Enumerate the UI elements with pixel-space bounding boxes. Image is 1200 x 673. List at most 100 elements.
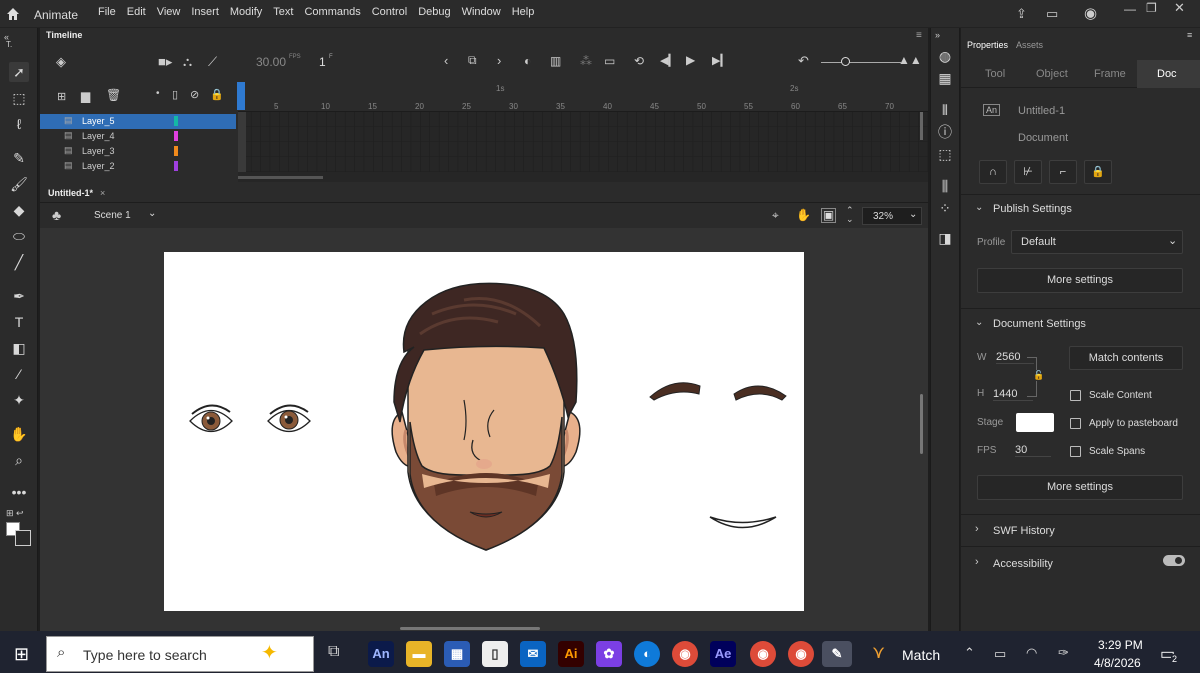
timeline-tab[interactable]: Timeline (46, 30, 82, 40)
prev-keyframe-icon[interactable]: ‹ (444, 53, 448, 68)
onion-skin-icon[interactable]: ◐ (524, 54, 531, 68)
accessibility-toggle[interactable] (1163, 555, 1185, 566)
layer-row[interactable]: ▤ Layer_4 (40, 129, 236, 144)
swf-chevron-icon[interactable]: › (975, 523, 979, 535)
lock-icon[interactable]: 🔒 (210, 88, 224, 101)
tool-subtab[interactable]: Tool (985, 68, 1005, 80)
more-tools-icon[interactable]: ••• (9, 482, 29, 502)
paint-bucket-icon[interactable]: ◧ (9, 338, 29, 358)
panel-close-icon[interactable]: ≡ (1187, 30, 1192, 40)
stage-canvas[interactable] (164, 252, 804, 611)
fill-color-swatch[interactable] (15, 530, 31, 546)
properties-tab[interactable]: Properties (967, 40, 1008, 50)
close-icon[interactable]: ✕ (1174, 0, 1185, 16)
visibility-icon[interactable]: ⊘ (190, 88, 199, 101)
swap-colors-icon[interactable]: ⊞ ↩ (6, 508, 24, 519)
accessibility-chevron-icon[interactable]: › (975, 556, 979, 568)
share-icon[interactable]: ⇪ (1016, 6, 1027, 22)
swatches-icon[interactable]: ▦ (935, 68, 955, 88)
link-lock-icon[interactable]: 🔓 (1033, 370, 1045, 381)
layer-color-swatch[interactable] (174, 116, 178, 126)
menu-item-text[interactable]: Text (273, 6, 293, 18)
publish-settings-title[interactable]: Publish Settings (993, 203, 1072, 215)
tween-icon[interactable]: ▭ (604, 54, 615, 68)
menu-item-window[interactable]: Window (462, 6, 501, 18)
library-icon[interactable]: ⫼ (935, 176, 955, 196)
mountain-icon[interactable]: ▲▲ (898, 53, 922, 67)
layer-name[interactable]: Layer_4 (82, 131, 115, 141)
info-icon[interactable]: ⓘ (935, 122, 955, 142)
frame-ruler[interactable]: 5 10 15 20 25 30 35 40 45 50 55 60 65 70 1s 2s (237, 82, 928, 112)
zoom-icon[interactable]: ⌕ (9, 450, 29, 470)
zoom-dropdown-icon[interactable]: ⌄ (909, 209, 917, 220)
wifi-icon[interactable]: ◠ (1026, 645, 1037, 661)
clock-date[interactable]: 4/8/2026 (1094, 656, 1141, 670)
outline-icon[interactable]: ▯ (172, 88, 178, 101)
transform-panel-icon[interactable]: ⬚ (935, 144, 955, 164)
menu-item-debug[interactable]: Debug (418, 6, 450, 18)
active-app-icon[interactable]: ✎ (822, 641, 852, 667)
accessibility-title[interactable]: Accessibility (993, 558, 1053, 570)
color-panel-icon[interactable]: ◍ (935, 46, 955, 66)
illustrator-taskbar-icon[interactable]: Ai (558, 641, 584, 667)
file-explorer-icon[interactable]: ▬ (406, 641, 432, 667)
menu-item-insert[interactable]: Insert (191, 6, 219, 18)
lock-props-icon[interactable]: 🔒 (1084, 160, 1112, 184)
zoom-slider-handle[interactable] (841, 57, 850, 66)
play-circle-icon[interactable]: ◉ (1084, 4, 1097, 22)
hierarchy-icon[interactable]: ⛬ (183, 54, 192, 70)
close-tab-icon[interactable]: × (100, 188, 105, 198)
scene-name[interactable]: Scene 1 (94, 210, 131, 221)
center-stage-icon[interactable]: ⌃ ⌄ (846, 206, 854, 224)
line-icon[interactable]: ╱ (9, 252, 29, 272)
rotate-stage-icon[interactable]: ✋ (796, 208, 811, 222)
zoom-field[interactable]: 32% ⌄ (862, 207, 922, 225)
chrome-profile-icon[interactable]: ◉ (750, 641, 776, 667)
outlook-icon[interactable]: ✉ (520, 641, 546, 667)
pin-scale-icon[interactable]: ⊬ (1014, 160, 1042, 184)
trash-icon[interactable]: 🗑 (106, 88, 121, 102)
doc-subtab[interactable]: Doc (1137, 60, 1200, 88)
stage-color-swatch[interactable] (1016, 413, 1054, 432)
menu-item-edit[interactable]: Edit (127, 6, 146, 18)
frame-subtab[interactable]: Frame (1094, 68, 1126, 80)
playhead[interactable] (237, 82, 245, 110)
minimize-icon[interactable]: — (1124, 2, 1136, 16)
layer-row[interactable]: ▤ Layer_2 (40, 159, 236, 174)
layer-row[interactable]: ▤ Layer_3 (40, 144, 236, 159)
animate-taskbar-icon[interactable]: An (368, 641, 394, 667)
document-chevron-icon[interactable]: ⌄ (975, 317, 983, 328)
notepad-icon[interactable]: ▯ (482, 641, 508, 667)
align-icon[interactable]: ⫴ (935, 100, 955, 120)
menu-item-help[interactable]: Help (512, 6, 535, 18)
clock-time[interactable]: 3:29 PM (1098, 638, 1143, 652)
scene-dropdown-icon[interactable]: ⌄ (148, 208, 156, 219)
edit-multiple-icon[interactable]: ▥ (550, 54, 561, 68)
text-tool-icon[interactable]: T (9, 312, 29, 332)
menu-item-file[interactable]: File (98, 6, 116, 18)
horizontal-scrollbar[interactable] (400, 627, 540, 630)
oval-icon[interactable]: ⬭ (9, 226, 29, 246)
snap-icon[interactable]: ⌖ (772, 208, 779, 223)
document-settings-title[interactable]: Document Settings (993, 318, 1086, 330)
publish-more-settings-button[interactable]: More settings (977, 268, 1183, 293)
folder-icon[interactable]: ▆ (81, 89, 90, 103)
assets-tab[interactable]: Assets (1016, 40, 1043, 50)
free-transform-icon[interactable]: ⬚ (9, 88, 29, 108)
document-more-settings-button[interactable]: More settings (977, 475, 1183, 500)
scale-content-checkbox[interactable] (1070, 390, 1081, 401)
menu-item-view[interactable]: View (157, 6, 181, 18)
paint-brush-icon[interactable]: 🖌 (9, 174, 29, 194)
object-subtab[interactable]: Object (1036, 68, 1068, 80)
store-icon[interactable]: ▦ (444, 641, 470, 667)
undo-icon[interactable]: ↶ (798, 53, 809, 69)
new-layer-icon[interactable]: ⊞ (57, 90, 66, 103)
motion-presets-icon[interactable]: ⁘ (935, 198, 955, 218)
graph-icon[interactable]: ⟋ (208, 54, 217, 70)
camera-icon[interactable]: ■▸ (158, 54, 172, 70)
pin-icon[interactable]: ✦ (9, 390, 29, 410)
lasso-icon[interactable]: ℓ (9, 114, 29, 134)
step-forward-icon[interactable]: ▶▎ (712, 54, 729, 67)
layers-icon[interactable]: ◈ (56, 54, 66, 70)
layer-name[interactable]: Layer_3 (82, 146, 115, 156)
